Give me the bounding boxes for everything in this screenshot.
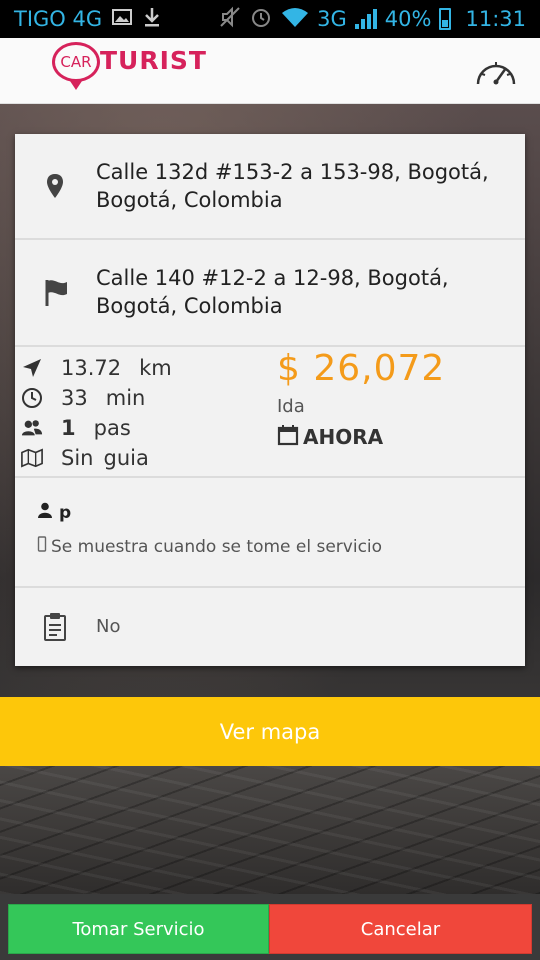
user-icon <box>37 502 53 523</box>
status-bar: TIGO 4G 3G 40% 11:31 <box>0 0 540 38</box>
wifi-icon <box>281 6 309 33</box>
image-icon <box>112 7 133 31</box>
driver-name: p <box>59 502 72 523</box>
divider <box>15 476 525 478</box>
clipboard-icon <box>43 612 67 642</box>
signal-icon <box>354 9 377 29</box>
passengers-stat: 1 pas <box>21 414 131 442</box>
app-header: CAR TURIST <box>0 38 540 104</box>
view-map-button[interactable]: Ver mapa <box>0 697 540 766</box>
pickup-time-label: AHORA <box>303 425 384 449</box>
duration-value: 33 <box>61 386 88 410</box>
speedometer-icon[interactable] <box>474 54 518 90</box>
network-label: 3G <box>317 7 347 31</box>
destination-address: Calle 140 #12-2 a 12-98, Bogotá, Bogotá,… <box>96 266 449 318</box>
guide-value: Sin <box>61 446 94 470</box>
duration-stat: 33 min <box>21 384 145 412</box>
divider <box>15 345 525 347</box>
logo-ring: CAR <box>52 42 100 82</box>
trip-price: $ 26,072 <box>277 348 446 389</box>
passengers-value: 1 <box>61 416 76 440</box>
logo-word: TURIST <box>100 46 207 75</box>
logo-car-text: CAR <box>60 53 92 71</box>
distance-stat: 13.72 km <box>21 354 172 382</box>
trip-card: Calle 132d #153-2 a 153-98, Bogotá, Bogo… <box>15 134 525 666</box>
carrier-label: TIGO 4G <box>14 7 103 31</box>
battery-icon <box>439 8 452 30</box>
origin-address: Calle 132d #153-2 a 153-98, Bogotá, Bogo… <box>96 160 489 212</box>
distance-unit: km <box>139 356 172 380</box>
guide-unit: guia <box>103 446 149 470</box>
driver-phone-row: Se muestra cuando se tome el servicio <box>37 536 382 557</box>
flag-icon <box>43 278 67 306</box>
driver-name-row: p <box>37 502 71 523</box>
background-cobblestones <box>0 766 540 894</box>
pickup-time: AHORA <box>277 424 383 450</box>
guide-stat: Sin guia <box>21 444 149 472</box>
cancel-button[interactable]: Cancelar <box>269 904 532 954</box>
driver-phone-note: Se muestra cuando se tome el servicio <box>51 536 383 557</box>
bottom-action-bar: Tomar Servicio Cancelar <box>0 894 540 960</box>
clock: 11:31 <box>465 7 526 31</box>
location-pin-icon <box>43 172 67 200</box>
passengers-unit: pas <box>93 416 131 440</box>
users-icon <box>21 417 43 439</box>
navigation-arrow-icon <box>21 357 43 379</box>
notes-value: No <box>96 616 121 637</box>
app-logo: CAR TURIST <box>50 42 210 100</box>
clock-icon <box>21 387 43 409</box>
battery-percent: 40% <box>384 7 432 31</box>
alarm-icon <box>249 5 273 34</box>
divider <box>15 238 525 240</box>
map-icon <box>21 447 43 469</box>
trip-type: Ida <box>277 396 305 417</box>
divider <box>15 586 525 588</box>
mute-icon <box>219 6 241 33</box>
download-icon <box>142 6 162 33</box>
calendar-icon <box>277 424 299 451</box>
take-service-button[interactable]: Tomar Servicio <box>8 904 269 954</box>
duration-unit: min <box>105 386 146 410</box>
phone-icon <box>37 536 47 557</box>
distance-value: 13.72 <box>61 356 122 380</box>
